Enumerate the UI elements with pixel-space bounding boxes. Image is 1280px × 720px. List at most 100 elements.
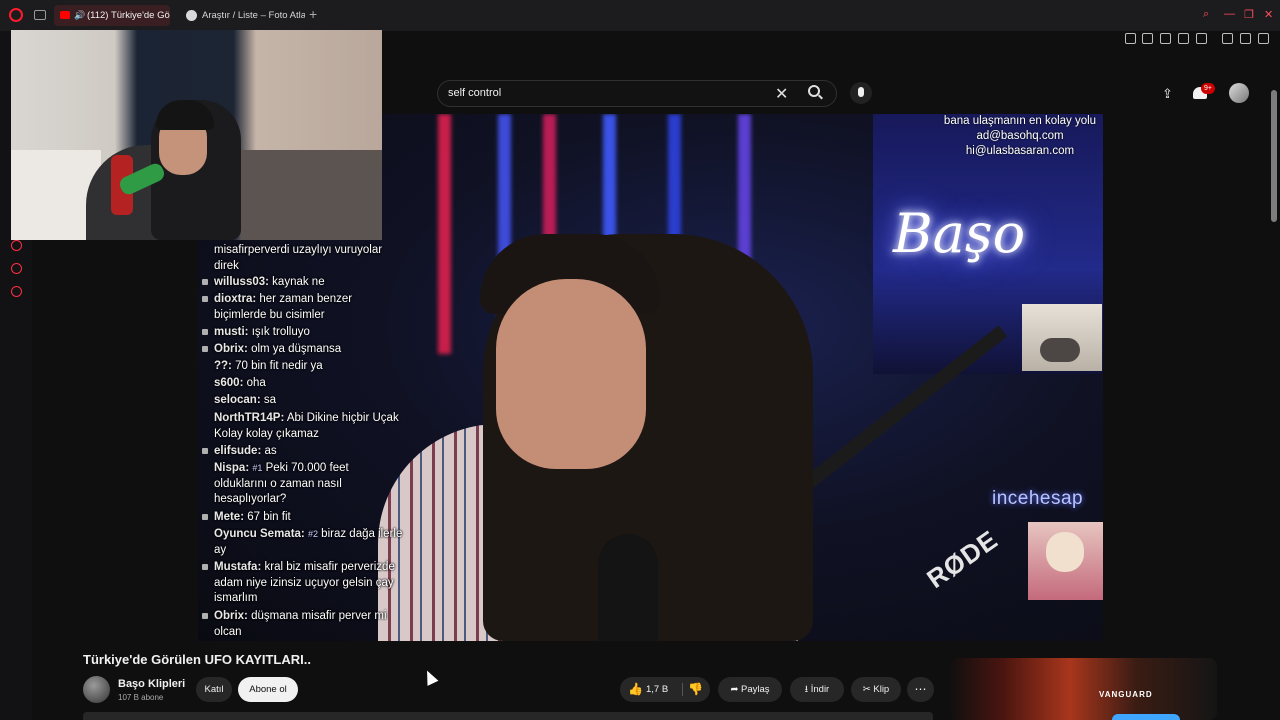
subscriber-count: 107 B abone	[118, 693, 164, 702]
close-icon[interactable]: ✕	[1264, 8, 1273, 21]
chat-message: willuss03: kaynak ne	[214, 275, 404, 291]
chat-message: Obrix: olm ya düşmansa	[214, 342, 404, 358]
chat-rank-badge: #2	[307, 529, 318, 539]
upload-icon[interactable]: ⇪	[1162, 86, 1173, 102]
workspaces-icon[interactable]	[34, 10, 46, 20]
search-input[interactable]	[448, 81, 768, 106]
webcam-overlay	[11, 30, 382, 240]
opera-logo-icon[interactable]	[9, 8, 23, 22]
chat-message: s600: oha	[214, 376, 404, 392]
chat-user: willuss03:	[214, 276, 269, 288]
extensions-icon[interactable]	[11, 263, 22, 274]
chat-user: ??:	[214, 360, 232, 372]
download-button[interactable]: ⭳ İndir	[790, 677, 844, 702]
chat-message: dioxtra: her zaman benzer biçimlerde bu …	[214, 292, 404, 323]
chat-message: NorthTR14P: Abi Dikine hiçbir Uçak Kolay…	[214, 411, 404, 442]
chat-user: musti:	[214, 326, 249, 338]
dislike-icon[interactable]: 👎	[688, 677, 703, 702]
ad-banner[interactable]	[949, 658, 1217, 720]
more-button[interactable]: ⋯	[907, 677, 934, 702]
minimize-icon[interactable]: —	[1224, 8, 1235, 20]
chat-user: Oyuncu Semata:	[214, 528, 305, 540]
ad-brand: VANGUARD	[1099, 690, 1153, 699]
youtube-favicon-icon	[60, 11, 70, 19]
ad-cta-button[interactable]	[1112, 714, 1180, 720]
chat-user: Nispa:	[214, 462, 250, 474]
snapshot-icon[interactable]	[1142, 33, 1153, 44]
tab-youtube[interactable]: 🔊 (112) Türkiye'de Görü	[54, 5, 170, 26]
site-favicon-icon	[186, 10, 197, 21]
user-badge-icon	[202, 448, 208, 454]
video-title: Türkiye'de Görülen UFO KAYITLARI..	[83, 652, 311, 667]
bookmark-icon[interactable]	[1125, 33, 1136, 44]
chat-user: Mete:	[214, 511, 245, 523]
chat-user: selocan:	[214, 394, 261, 406]
like-dislike-group: 👍 1,7 B 👎	[620, 677, 710, 702]
chat-user: Obrix:	[214, 610, 248, 622]
contact-line: ad@basohq.com	[976, 130, 1064, 142]
subscribe-button[interactable]: Abone ol	[238, 677, 298, 702]
history-icon[interactable]	[11, 240, 22, 251]
webcam-bed	[241, 150, 382, 240]
contact-info: bana ulaşmanın en kolay yolu ad@basohq.c…	[940, 114, 1100, 159]
close-icon[interactable]: ✕	[775, 84, 788, 104]
tab-foto-atlas[interactable]: Araştır / Liste – Foto Atlas	[180, 5, 305, 26]
tab-title: (112) Türkiye'de Görü	[87, 10, 170, 21]
chat-message: Mete: 67 bin fit	[214, 510, 404, 526]
like-count[interactable]: 1,7 B	[646, 677, 668, 702]
contact-line: hi@ulasbasaran.com	[965, 145, 1075, 157]
avatar[interactable]	[1229, 83, 1249, 103]
clip-label: Klip	[873, 684, 890, 695]
streamer-face	[496, 279, 646, 469]
chat-text: kaynak ne	[272, 276, 325, 288]
chat-rank-badge: #1	[252, 463, 263, 473]
download-icon[interactable]	[1240, 33, 1251, 44]
chat-message: ??: 70 bin fit nedir ya	[214, 359, 404, 375]
chat-text: ışık trolluyo	[251, 326, 310, 338]
share-button[interactable]: ➦ Paylaş	[718, 677, 782, 702]
play-icon[interactable]	[1178, 33, 1189, 44]
user-badge-icon	[202, 346, 208, 352]
like-icon[interactable]: 👍	[628, 677, 643, 702]
chat-text: misafirperverdi uzaylıyı vuruyolar direk	[214, 244, 383, 272]
account-icon[interactable]	[1222, 33, 1233, 44]
channel-name[interactable]: Başo Klipleri	[118, 678, 185, 690]
heart-icon[interactable]	[1196, 33, 1207, 44]
chat-message: Mustafa: kral biz misafir perverizde ada…	[214, 560, 404, 607]
chat-user: NorthTR14P:	[214, 412, 285, 424]
search-box[interactable]: ✕	[437, 80, 837, 107]
user-badge-icon	[202, 564, 208, 570]
description-box[interactable]	[83, 712, 933, 720]
speaker-icon[interactable]: 🔊	[74, 5, 85, 26]
cat-photo	[1028, 522, 1103, 600]
clip-button[interactable]: ✂ Klip	[851, 677, 901, 702]
mic-brand: RØDE	[921, 524, 1004, 595]
chat-user: Mustafa:	[214, 561, 262, 573]
search-icon[interactable]	[808, 85, 820, 97]
join-button[interactable]: Katıl	[196, 677, 232, 702]
plus-icon[interactable]: +	[309, 6, 317, 22]
microphone-icon[interactable]	[850, 82, 872, 104]
chat-message: Nispa: #1 Peki 70.000 feet olduklarını o…	[214, 461, 404, 508]
neon-sign: Başo	[893, 202, 1026, 265]
chat-user: s600:	[214, 377, 244, 389]
chat-message: selocan: sa	[214, 393, 404, 409]
chat-text: as	[264, 445, 277, 457]
chat-text: 67 bin fit	[247, 511, 291, 523]
chat-text: olm ya düşmansa	[251, 343, 342, 355]
user-badge-icon	[202, 613, 208, 619]
user-badge-icon	[202, 514, 208, 520]
shield-icon[interactable]	[1160, 33, 1171, 44]
scrollbar[interactable]	[1271, 90, 1277, 222]
channel-avatar[interactable]	[83, 676, 110, 703]
mouse-cursor-icon	[421, 668, 439, 686]
cat-photo	[1022, 304, 1102, 371]
settings-icon[interactable]	[11, 286, 22, 297]
browser-tab-strip: 🔊 (112) Türkiye'de Görü Araştır / Liste …	[0, 0, 1280, 31]
menu-icon[interactable]	[1258, 33, 1269, 44]
user-badge-icon	[202, 279, 208, 285]
search-tabs-icon[interactable]: ⌕	[1203, 8, 1209, 21]
sponsor-logo: incehesap	[992, 488, 1084, 509]
chat-message: Obrix: düşmana misafir perver mi olcan	[214, 609, 404, 640]
restore-icon[interactable]: ❐	[1244, 8, 1254, 21]
